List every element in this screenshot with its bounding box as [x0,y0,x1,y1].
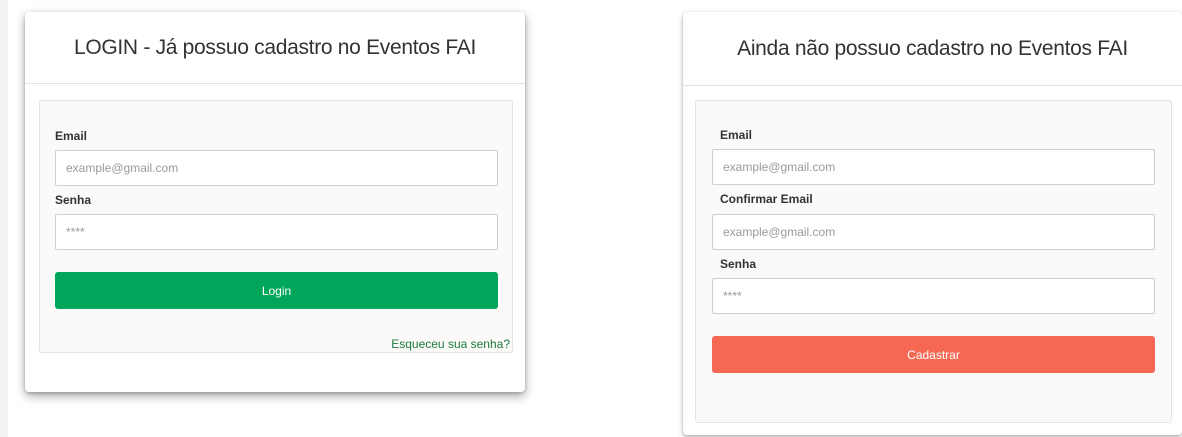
register-confirm-email-label: Confirmar Email [720,192,813,206]
login-button[interactable]: Login [55,272,498,309]
register-confirm-email-input[interactable] [712,214,1155,250]
register-email-label: Email [720,128,753,142]
register-card-header: Ainda não possuo cadastro no Eventos FAI [683,12,1182,86]
page: LOGIN - Já possuo cadastro no Eventos FA… [0,0,1182,437]
login-email-input[interactable] [55,150,498,186]
login-card: LOGIN - Já possuo cadastro no Eventos FA… [25,12,525,392]
login-email-label: Email [55,129,88,143]
login-password-label: Senha [55,193,92,207]
login-password-input[interactable] [55,214,498,250]
register-password-label: Senha [720,257,757,271]
login-card-header: LOGIN - Já possuo cadastro no Eventos FA… [25,12,525,84]
register-title: Ainda não possuo cadastro no Eventos FAI [737,36,1128,60]
left-gutter [0,0,8,437]
register-email-input[interactable] [712,149,1155,185]
forgot-password-link[interactable]: Esqueceu sua senha? [391,337,510,351]
register-password-input[interactable] [712,278,1155,314]
login-title: LOGIN - Já possuo cadastro no Eventos FA… [73,35,477,59]
register-card: Ainda não possuo cadastro no Eventos FAI… [683,12,1182,435]
register-button[interactable]: Cadastrar [712,336,1155,373]
login-form: Email Senha Login Esqueceu sua senha? [39,100,513,353]
register-form: Email Confirmar Email Senha Cadastrar [695,100,1172,423]
